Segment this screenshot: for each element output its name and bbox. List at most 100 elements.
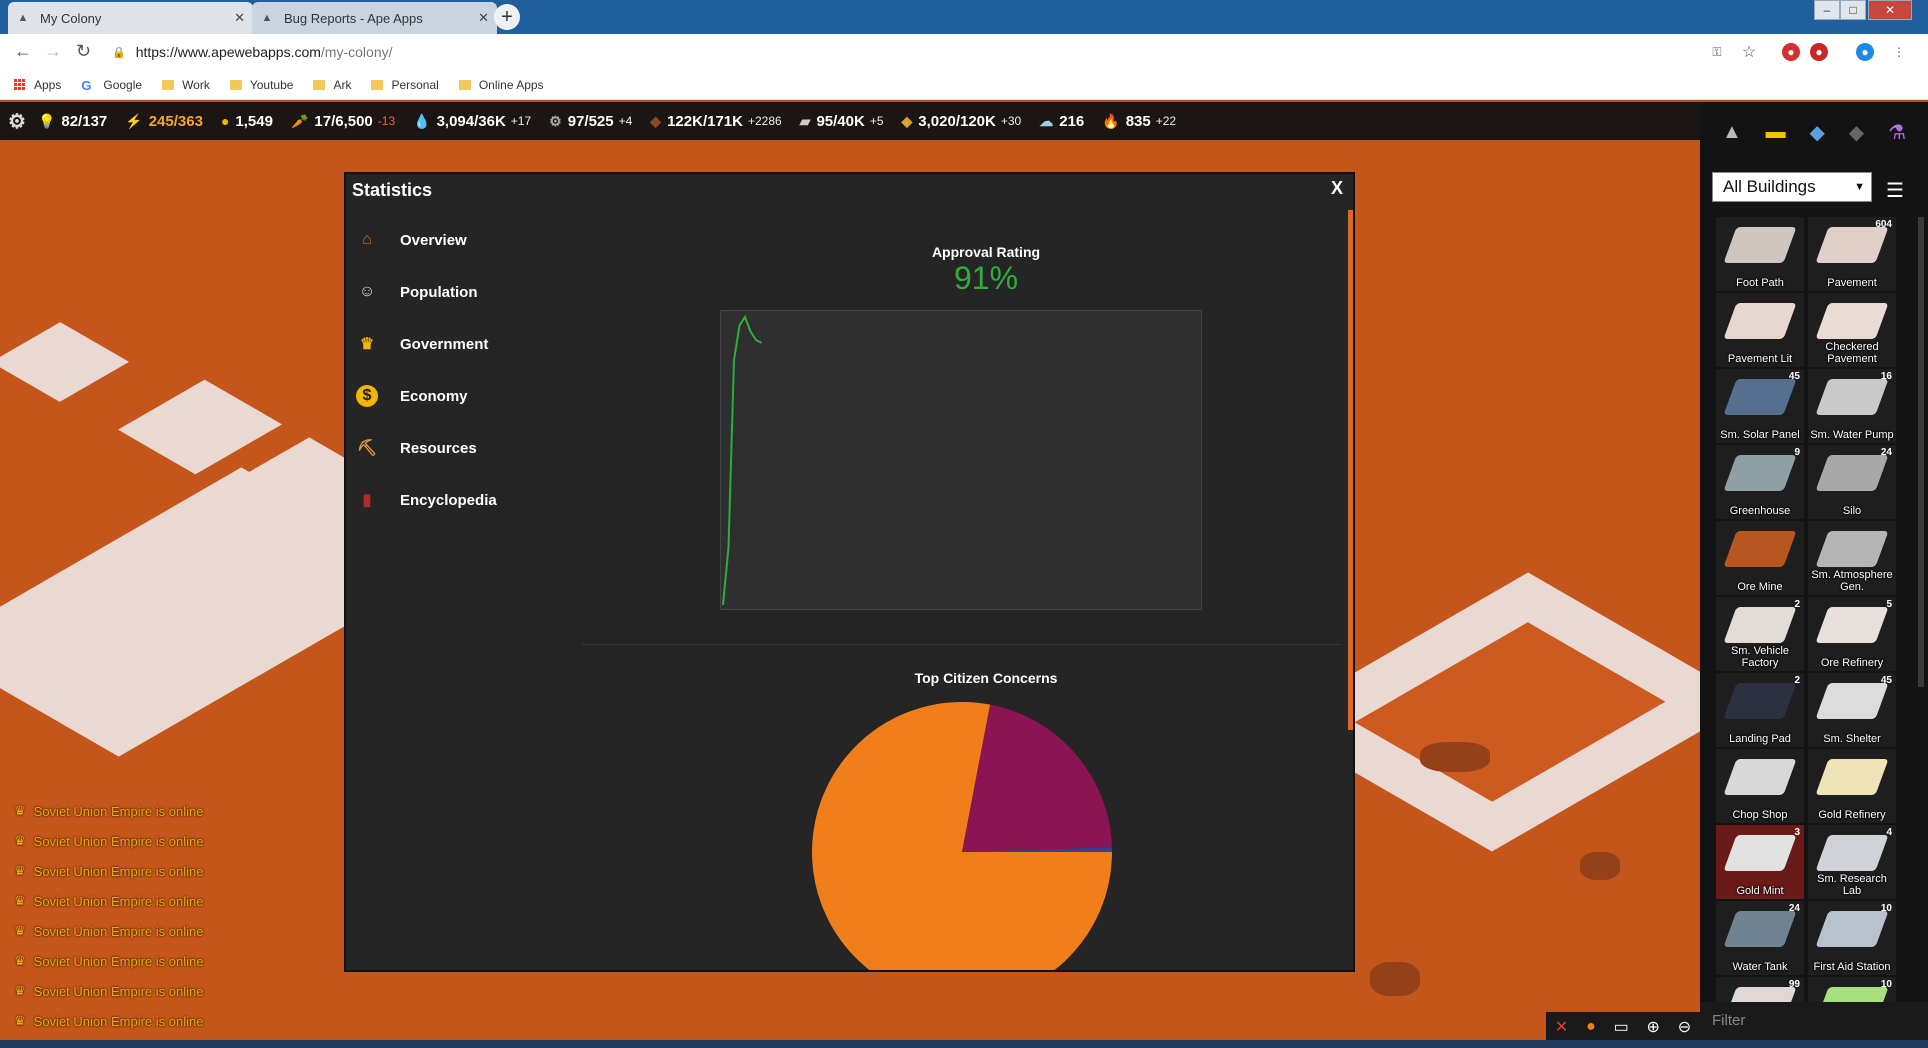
building-count: 45 xyxy=(1788,371,1800,382)
close-icon[interactable]: ✕ xyxy=(1555,1017,1568,1037)
building-card[interactable]: 16 Sm. Water Pump xyxy=(1808,369,1896,443)
building-card[interactable]: 2 Landing Pad xyxy=(1716,673,1804,747)
profile-icon[interactable]: ● xyxy=(1856,43,1874,61)
screen-icon[interactable]: ▭ xyxy=(1614,1017,1629,1037)
zoom-out-icon[interactable]: ⊖ xyxy=(1678,1017,1691,1037)
rocket-icon[interactable]: ▲ xyxy=(1722,121,1742,144)
building-card[interactable]: 10 First Aid Station xyxy=(1808,901,1896,975)
building-card[interactable]: 604 Pavement xyxy=(1808,217,1896,291)
ape-apps-icon: ▲ xyxy=(17,12,29,24)
menu-population[interactable]: ☺ Population xyxy=(356,266,556,318)
flask-icon[interactable]: ⚗ xyxy=(1888,120,1906,145)
home-icon: ⌂ xyxy=(362,231,372,248)
resource-item[interactable]: 🔥 835 +22 xyxy=(1102,113,1176,130)
bookmark-google[interactable]: G Google xyxy=(81,78,142,93)
approval-graph xyxy=(720,310,1202,610)
resource-item[interactable]: ⚡ 245/363 xyxy=(125,113,203,130)
map-tile xyxy=(0,322,130,402)
tab-bug-reports[interactable]: ▲ Bug Reports - Ape Apps ✕ xyxy=(252,2,497,34)
building-image xyxy=(1723,835,1797,871)
plate-icon[interactable]: ◆ xyxy=(1849,120,1864,145)
tab-my-colony[interactable]: ▲ My Colony ✕ xyxy=(8,2,253,34)
vehicle-icon[interactable]: ▬ xyxy=(1766,121,1786,144)
extension-icon[interactable]: ● xyxy=(1810,43,1828,61)
concerns-title: Top Citizen Concerns xyxy=(914,670,1058,686)
resource-item[interactable]: ⚙ 97/525 +4 xyxy=(549,113,632,130)
back-icon[interactable]: ← xyxy=(14,41,32,62)
bookmark-ark[interactable]: Ark xyxy=(313,78,351,92)
ship-icon[interactable]: ◆ xyxy=(1810,120,1825,145)
bookmark-personal[interactable]: Personal xyxy=(371,78,439,92)
close-icon[interactable]: ✕ xyxy=(478,10,489,26)
resource-item[interactable]: 💧 3,094/36K +17 xyxy=(413,113,531,130)
bookmarks-bar: Apps G Google Work Youtube Ark Personal … xyxy=(0,70,1928,100)
menu-government[interactable]: ♛ Government xyxy=(356,318,556,370)
chat-icon[interactable]: ● xyxy=(1586,1018,1596,1036)
building-card[interactable]: Foot Path xyxy=(1716,217,1804,291)
address-bar[interactable]: 🔒 https://www.apewebapps.com/my-colony/ xyxy=(112,38,1892,66)
building-card[interactable]: 24 Water Tank xyxy=(1716,901,1804,975)
crown-icon: ♛ xyxy=(14,833,26,848)
building-image xyxy=(1815,227,1889,263)
menu-resources[interactable]: ⛏ Resources xyxy=(356,422,556,474)
resource-item[interactable]: ◆ 122K/171K +2286 xyxy=(650,113,781,130)
approval-value: 91% xyxy=(953,260,1019,296)
scrollbar[interactable] xyxy=(1348,210,1353,730)
bookmark-online-apps[interactable]: Online Apps xyxy=(458,78,544,92)
resource-item[interactable]: ▰ 95/40K +5 xyxy=(800,113,884,130)
building-card[interactable]: 45 Sm. Shelter xyxy=(1808,673,1896,747)
menu-economy[interactable]: $ Economy xyxy=(356,370,556,422)
building-name: Silo xyxy=(1842,505,1862,517)
building-card[interactable]: Checkered Pavement xyxy=(1808,293,1896,367)
crown-icon: ♛ xyxy=(14,893,26,908)
building-card[interactable]: 4 Sm. Research Lab xyxy=(1808,825,1896,899)
menu-overview[interactable]: ⌂ Overview xyxy=(356,214,556,266)
star-icon[interactable]: ☆ xyxy=(1740,43,1758,61)
zoom-in-icon[interactable]: ⊕ xyxy=(1646,1017,1659,1037)
new-tab-button[interactable]: + xyxy=(494,4,520,30)
bookmark-apps[interactable]: Apps xyxy=(14,78,61,92)
minimize-button[interactable]: – xyxy=(1814,0,1840,20)
bookmark-youtube[interactable]: Youtube xyxy=(229,78,293,92)
maximize-button[interactable]: □ xyxy=(1840,0,1866,20)
building-name: Foot Path xyxy=(1736,277,1784,289)
chat-message: ♛ Soviet Union Empire is online xyxy=(14,833,204,849)
building-filter-select[interactable]: All Buildings ▼ xyxy=(1712,172,1872,202)
building-card[interactable]: Chop Shop xyxy=(1716,749,1804,823)
building-count: 604 xyxy=(1875,219,1892,230)
key-icon[interactable]: ⚿ xyxy=(1708,43,1726,61)
list-view-icon[interactable]: ☰ xyxy=(1886,178,1904,203)
building-card[interactable]: Sm. Atmosphere Gen. xyxy=(1808,521,1896,595)
building-card[interactable]: 24 Silo xyxy=(1808,445,1896,519)
building-card[interactable]: Gold Refinery xyxy=(1808,749,1896,823)
resource-item[interactable]: ☁ 216 xyxy=(1039,113,1084,130)
resource-item[interactable]: ● 1,549 xyxy=(221,113,273,130)
building-card[interactable]: 2 Sm. Vehicle Factory xyxy=(1716,597,1804,671)
window-close-button[interactable]: ✕ xyxy=(1868,0,1912,20)
building-card[interactable]: 5 Ore Refinery xyxy=(1808,597,1896,671)
forward-icon[interactable]: → xyxy=(44,41,62,62)
building-count: 24 xyxy=(1788,903,1800,914)
building-card[interactable]: Ore Mine xyxy=(1716,521,1804,595)
resource-item[interactable]: ◆ 3,020/120K +30 xyxy=(902,113,1022,130)
resource-item[interactable]: 💡 82/137 xyxy=(38,113,107,130)
building-card[interactable]: 45 Sm. Solar Panel xyxy=(1716,369,1804,443)
close-button[interactable]: X xyxy=(1331,178,1343,199)
building-name: Checkered Pavement xyxy=(1825,341,1879,365)
building-card[interactable]: 9 Greenhouse xyxy=(1716,445,1804,519)
filter-input[interactable]: Filter xyxy=(1700,1002,1928,1042)
gear-icon[interactable]: ⚙ xyxy=(8,109,26,134)
ore-deposit xyxy=(1420,742,1490,772)
menu-dots-icon[interactable]: ⋮ xyxy=(1890,43,1908,61)
menu-encyclopedia[interactable]: ▮ Encyclopedia xyxy=(356,474,556,526)
close-icon[interactable]: ✕ xyxy=(234,10,245,26)
bookmark-work[interactable]: Work xyxy=(162,78,210,92)
extension-icon[interactable]: ● xyxy=(1782,43,1800,61)
reload-icon[interactable]: ↻ xyxy=(76,41,91,62)
map-tools: ✕ ● ▭ ⊕ ⊖ xyxy=(1546,1012,1700,1042)
resource-item[interactable]: 🥕 17/6,500 -13 xyxy=(291,113,395,130)
building-card[interactable]: Pavement Lit xyxy=(1716,293,1804,367)
building-card[interactable]: 3 Gold Mint xyxy=(1716,825,1804,899)
folder-icon xyxy=(371,79,384,90)
scrollbar[interactable] xyxy=(1918,217,1924,687)
